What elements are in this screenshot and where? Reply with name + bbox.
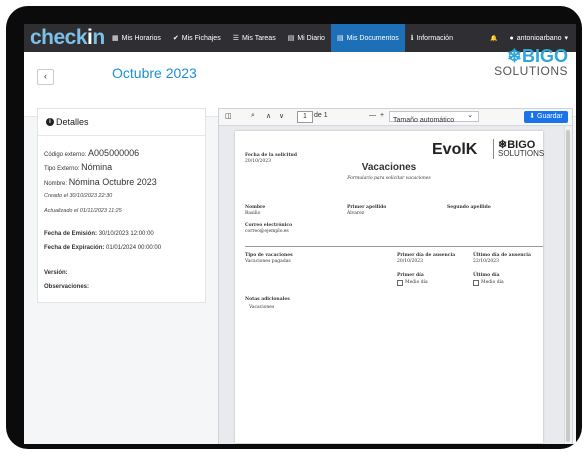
logo-divider — [493, 139, 494, 159]
nav-item-mi-diario[interactable]: ▤ Mi Diario — [282, 24, 331, 52]
zoom-in-button[interactable]: + — [380, 112, 384, 119]
nav-item-mis-fichajes[interactable]: ✔ Mis Fichajes — [167, 24, 227, 52]
nombre-label: Nombre — [245, 205, 266, 210]
email-value: correo@ejemplo.es — [245, 229, 289, 234]
zoom-select[interactable]: Tamaño automático ⌄ — [389, 111, 479, 124]
calendar-icon: ▦ — [112, 35, 119, 42]
codigo-externo-row: Código externo: A005000006 — [44, 148, 140, 158]
pdf-toolbar: ◫ ⌕ ∧ ∨ 1 de 1 — + Tamaño automático ⌄ ⬇ … — [219, 109, 572, 126]
app-logo[interactable]: checkin — [30, 24, 106, 52]
ultimo-dia-label: Último día — [473, 273, 500, 278]
app-screen: checkin ▦ Mis Horarios ✔ Mis Fichajes ☰ Mis… — [24, 24, 576, 444]
document-subtitle: Formulario para solicitar vacaciones — [347, 176, 431, 181]
pdf-viewer[interactable]: ◫ ⌕ ∧ ∨ 1 de 1 — + Tamaño automático ⌄ ⬇ … — [218, 108, 573, 444]
chevron-down-icon: ▾ — [564, 35, 568, 42]
ultimo-dia-ausencia-label: Último día de ausencia — [473, 253, 531, 258]
fecha-expiracion-row: Fecha de Expiración: 01/01/2024 00:00:00 — [44, 245, 162, 251]
page-title: Octubre 2023 — [112, 65, 197, 81]
page-number-input[interactable]: 1 — [297, 111, 313, 123]
device-frame: checkin ▦ Mis Horarios ✔ Mis Fichajes ☰ Mis… — [6, 6, 582, 449]
nav-item-mis-horarios[interactable]: ▦ Mis Horarios — [106, 24, 167, 52]
nav-item-mis-documentos[interactable]: ▤ Mis Documentos — [330, 24, 405, 52]
nav-item-informacion[interactable]: ℹ Información — [405, 24, 459, 52]
nav-item-mis-tareas[interactable]: ☰ Mis Tareas — [227, 24, 282, 52]
tipo-externo-row: Tipo Externo: Nómina — [44, 162, 113, 172]
email-label: Correo electrónico — [245, 223, 293, 228]
save-button[interactable]: ⬇ Guardar — [524, 111, 568, 123]
creado-text: Creado el 30/10/2023 22:30 — [44, 193, 113, 199]
check-icon: ✔ — [172, 35, 179, 42]
info-icon: ℹ — [410, 35, 414, 42]
medio-dia-label-2: Medio día — [481, 280, 504, 285]
scrollbar-thumb[interactable] — [566, 130, 570, 442]
user-icon: ● — [509, 34, 514, 42]
notas-value: Vacaciones — [249, 305, 275, 310]
notas-label: Notas adicionales — [245, 297, 290, 302]
user-name: antonioarbano — [516, 34, 562, 42]
snowflake-icon: ❄ — [506, 46, 522, 66]
actualizado-text: Actualizado el 01/11/2023 11:25 — [44, 208, 122, 214]
bigo-logo: ❄BIGO SOLUTIONS — [498, 139, 545, 158]
details-heading: i Detalles — [38, 109, 205, 136]
bell-icon: 🔔 — [490, 35, 498, 42]
fecha-emision-row: Fecha de Emisión: 30/10/2023 12:00:00 — [44, 231, 154, 237]
viewer-scrollbar[interactable] — [564, 126, 572, 444]
ultimo-dia-ausencia-value: 22/10/2023 — [473, 259, 499, 264]
list-icon: ☰ — [232, 35, 239, 42]
nombre-row: Nombre: Nómina Octubre 2023 — [44, 177, 157, 187]
pdf-page: EvolK ❄BIGO SOLUTIONS Fecha de la solici… — [235, 131, 545, 443]
tipo-vacaciones-value: Vacaciones pagadas — [245, 259, 291, 264]
primer-apellido-value: Álvarez — [347, 211, 365, 216]
document-icon: ▤ — [336, 35, 344, 42]
evolk-logo: EvolK — [432, 141, 478, 158]
search-icon[interactable]: ⌕ — [251, 112, 255, 120]
section-divider — [245, 246, 543, 247]
primer-dia-ausencia-value: 20/10/2023 — [397, 259, 423, 264]
primer-dia-ausencia-label: Primer día de ausencia — [397, 253, 456, 258]
version-row: Versión: — [44, 270, 68, 276]
fecha-solicitud-label: Fecha de la solicitud — [245, 153, 297, 158]
observaciones-row: Observaciones: — [44, 284, 90, 290]
details-panel: i Detalles Código externo: A005000006 Tip… — [37, 108, 206, 303]
page-total: de 1 — [314, 112, 328, 119]
chevron-down-icon[interactable]: ∨ — [279, 112, 284, 120]
sidebar-toggle-icon[interactable]: ◫ — [225, 112, 232, 120]
nombre-value: Basilio — [245, 211, 261, 216]
medio-dia-checkbox-1[interactable] — [397, 280, 403, 286]
tipo-vacaciones-label: Tipo de vacaciones — [245, 253, 293, 258]
document-title: Vacaciones — [361, 162, 417, 173]
medio-dia-label-1: Medio día — [405, 280, 428, 285]
book-icon: ▤ — [287, 35, 295, 42]
primer-apellido-label: Primer apellido — [347, 205, 387, 210]
primer-dia-label: Primer día — [397, 273, 424, 278]
medio-dia-checkbox-2[interactable] — [473, 280, 479, 286]
info-icon: i — [46, 118, 54, 126]
segundo-apellido-label: Segundo apellido — [447, 205, 491, 210]
company-logo: ❄BIGO SOLUTIONS — [494, 46, 568, 78]
zoom-out-button[interactable]: — — [369, 112, 376, 119]
chevron-up-icon[interactable]: ∧ — [266, 112, 271, 120]
back-button[interactable]: ‹ — [37, 69, 54, 85]
chevron-down-icon: ⌄ — [467, 112, 473, 119]
